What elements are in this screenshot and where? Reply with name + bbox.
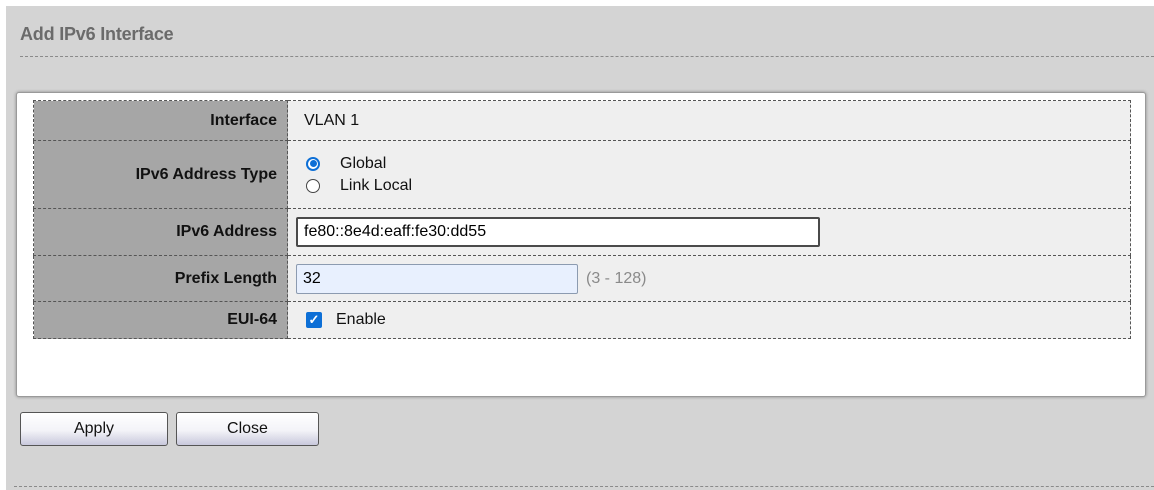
address-type-label: IPv6 Address Type (33, 140, 288, 209)
prefix-length-input[interactable] (296, 263, 578, 294)
radio-selected-icon[interactable] (306, 156, 320, 171)
close-button[interactable]: Close (176, 412, 319, 446)
ipv6-address-cell (287, 208, 1131, 256)
eui64-label: EUI-64 (33, 301, 288, 339)
form-row-interface: Interface VLAN 1 (33, 100, 1131, 141)
form-row-address-type: IPv6 Address Type Global Link Local (33, 140, 1131, 209)
title-divider (20, 56, 1154, 57)
form-row-eui64: EUI-64 ✓ Enable (33, 301, 1131, 339)
form-row-prefix-length: Prefix Length (3 - 128) (33, 255, 1131, 302)
prefix-length-cell: (3 - 128) (287, 255, 1131, 302)
radio-option-link-local[interactable]: Link Local (304, 175, 1130, 197)
form-row-ipv6-address: IPv6 Address (33, 208, 1131, 256)
checkbox-checked-icon[interactable]: ✓ (306, 312, 322, 328)
eui64-cell: ✓ Enable (287, 301, 1131, 339)
eui64-checkbox-row[interactable]: ✓ Enable (304, 311, 1130, 329)
form-table: Interface VLAN 1 IPv6 Address Type Globa… (33, 100, 1131, 339)
ipv6-address-input[interactable] (296, 217, 820, 247)
prefix-length-label: Prefix Length (33, 255, 288, 302)
apply-button[interactable]: Apply (20, 412, 168, 446)
dialog-panel: Add IPv6 Interface Interface VLAN 1 IPv6… (6, 6, 1154, 490)
radio-global-label: Global (340, 154, 387, 172)
form-container: Interface VLAN 1 IPv6 Address Type Globa… (16, 92, 1146, 397)
dialog-title: Add IPv6 Interface (20, 24, 174, 44)
bottom-divider (14, 486, 1154, 487)
interface-value: VLAN 1 (287, 100, 1131, 141)
radio-unselected-icon[interactable] (306, 178, 320, 193)
radio-option-global[interactable]: Global (304, 153, 1130, 175)
eui64-enable-label: Enable (336, 311, 386, 328)
radio-link-local-label: Link Local (340, 176, 413, 194)
interface-label: Interface (33, 100, 288, 141)
ipv6-address-label: IPv6 Address (33, 208, 288, 256)
address-type-options: Global Link Local (287, 140, 1131, 209)
prefix-length-range-hint: (3 - 128) (586, 269, 647, 287)
